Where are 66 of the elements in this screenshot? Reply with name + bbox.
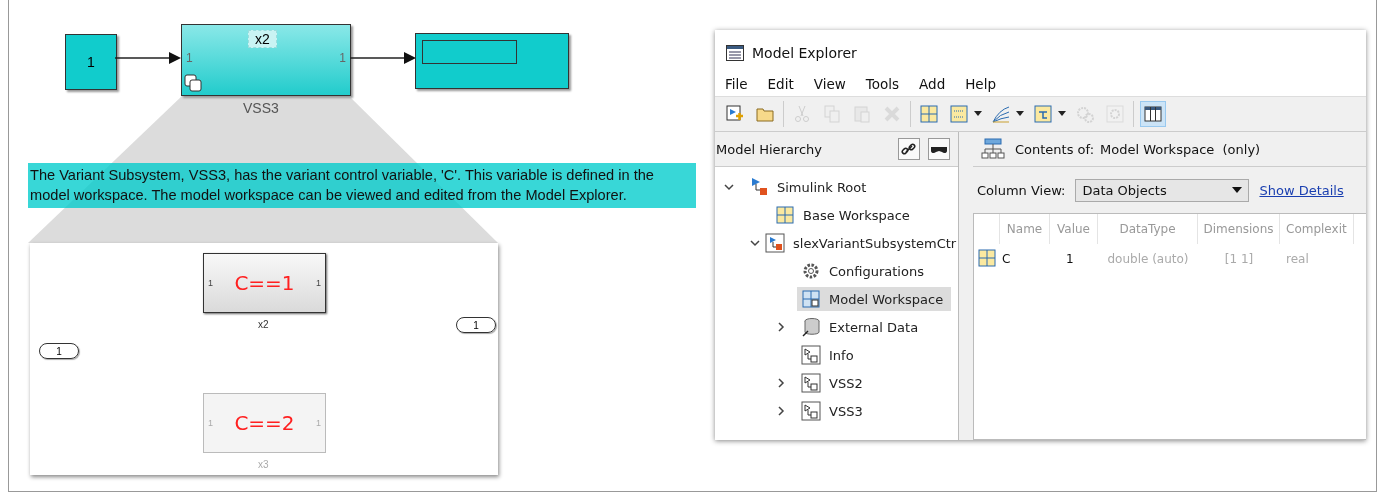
menu-item[interactable]: File [725,76,748,92]
pane-title: Model Hierarchy [715,141,823,157]
columns-icon[interactable] [1140,101,1166,127]
table-cell-text: [1 1] [1223,252,1255,266]
table-cell-text: C [1001,252,1012,266]
config-icon [801,261,821,281]
column-view-dropdown[interactable]: Data Objects [1075,178,1250,202]
tree-item[interactable]: Simulink Root [745,175,875,199]
chevron-icon[interactable] [775,405,787,417]
port-number: 1 [208,278,213,288]
menu-item[interactable]: Tools [865,76,900,92]
data-icon [801,317,821,337]
column-view-label: Column View: [977,182,1066,198]
window-title: Model Explorer [752,45,857,61]
variant-condition: C==1 [234,271,295,295]
chevron-icon[interactable] [723,181,735,193]
tree-item[interactable]: Info [797,343,862,367]
block-name: x2 [258,319,269,330]
tree-item[interactable]: Configurations [797,259,932,283]
tree-item[interactable]: slexVariantSubsystemCtr [761,231,958,255]
signal-arrow [115,52,183,64]
signal-arrow [350,52,418,64]
subsystem-icon [801,401,821,421]
hierarchy-icon [981,138,1005,160]
variable-icon [978,248,996,267]
tree-item[interactable]: Model Workspace [797,287,952,311]
chevron-icon[interactable] [749,237,761,249]
app-icon [726,45,744,61]
workspace-icon [775,205,795,225]
tree-item[interactable]: VSS3 [797,399,871,423]
constant-block: 1 [65,34,117,90]
annotation-text: The Variant Subsystem, VSS3, has the variant control variable, 'C'. This variable is defined in the model workspace. The model workspace can be viewed and edited from the Model Explorer. [28,163,696,208]
block-name: VSS3 [243,100,279,116]
caret-icon [1232,187,1243,193]
chevron-icon[interactable] [775,321,787,333]
port-number: 1 [339,51,346,65]
model-workspace-icon [801,289,821,309]
port-number: 1 [316,418,321,428]
root-icon [749,177,769,197]
block-label: x2 [248,30,277,48]
link-icon[interactable] [898,138,920,160]
port-number: 1 [316,278,321,288]
variant-icon [184,74,202,92]
table-cell-text: 1 [1065,252,1075,266]
port-number: 1 [186,51,193,65]
block-name: x3 [258,459,269,470]
contents-label: Contents of: [1015,141,1095,157]
subsystem-icon [801,345,821,365]
table-cell-text: real [1285,252,1310,266]
table-cell-text: double (auto) [1106,252,1190,266]
tree-item[interactable]: VSS2 [797,371,871,395]
grid-icon[interactable] [917,102,941,126]
menu-item[interactable]: Add [919,76,946,92]
model-icon [765,233,785,253]
chevron-icon[interactable] [775,377,787,389]
tree-item[interactable]: Base Workspace [771,203,918,227]
variant-condition: C==2 [234,411,295,435]
contents-scope: Model Workspace (only) [1100,141,1261,157]
subsystem-icon [801,373,821,393]
port-number: 1 [208,418,213,428]
tree-item[interactable]: External Data [797,315,927,339]
menu-item[interactable]: View [813,76,846,92]
show-details-link[interactable]: Show Details [1259,182,1344,198]
mask-icon[interactable] [928,138,950,160]
menu-item[interactable]: Edit [767,76,794,92]
menu-item[interactable]: Help [965,76,996,92]
